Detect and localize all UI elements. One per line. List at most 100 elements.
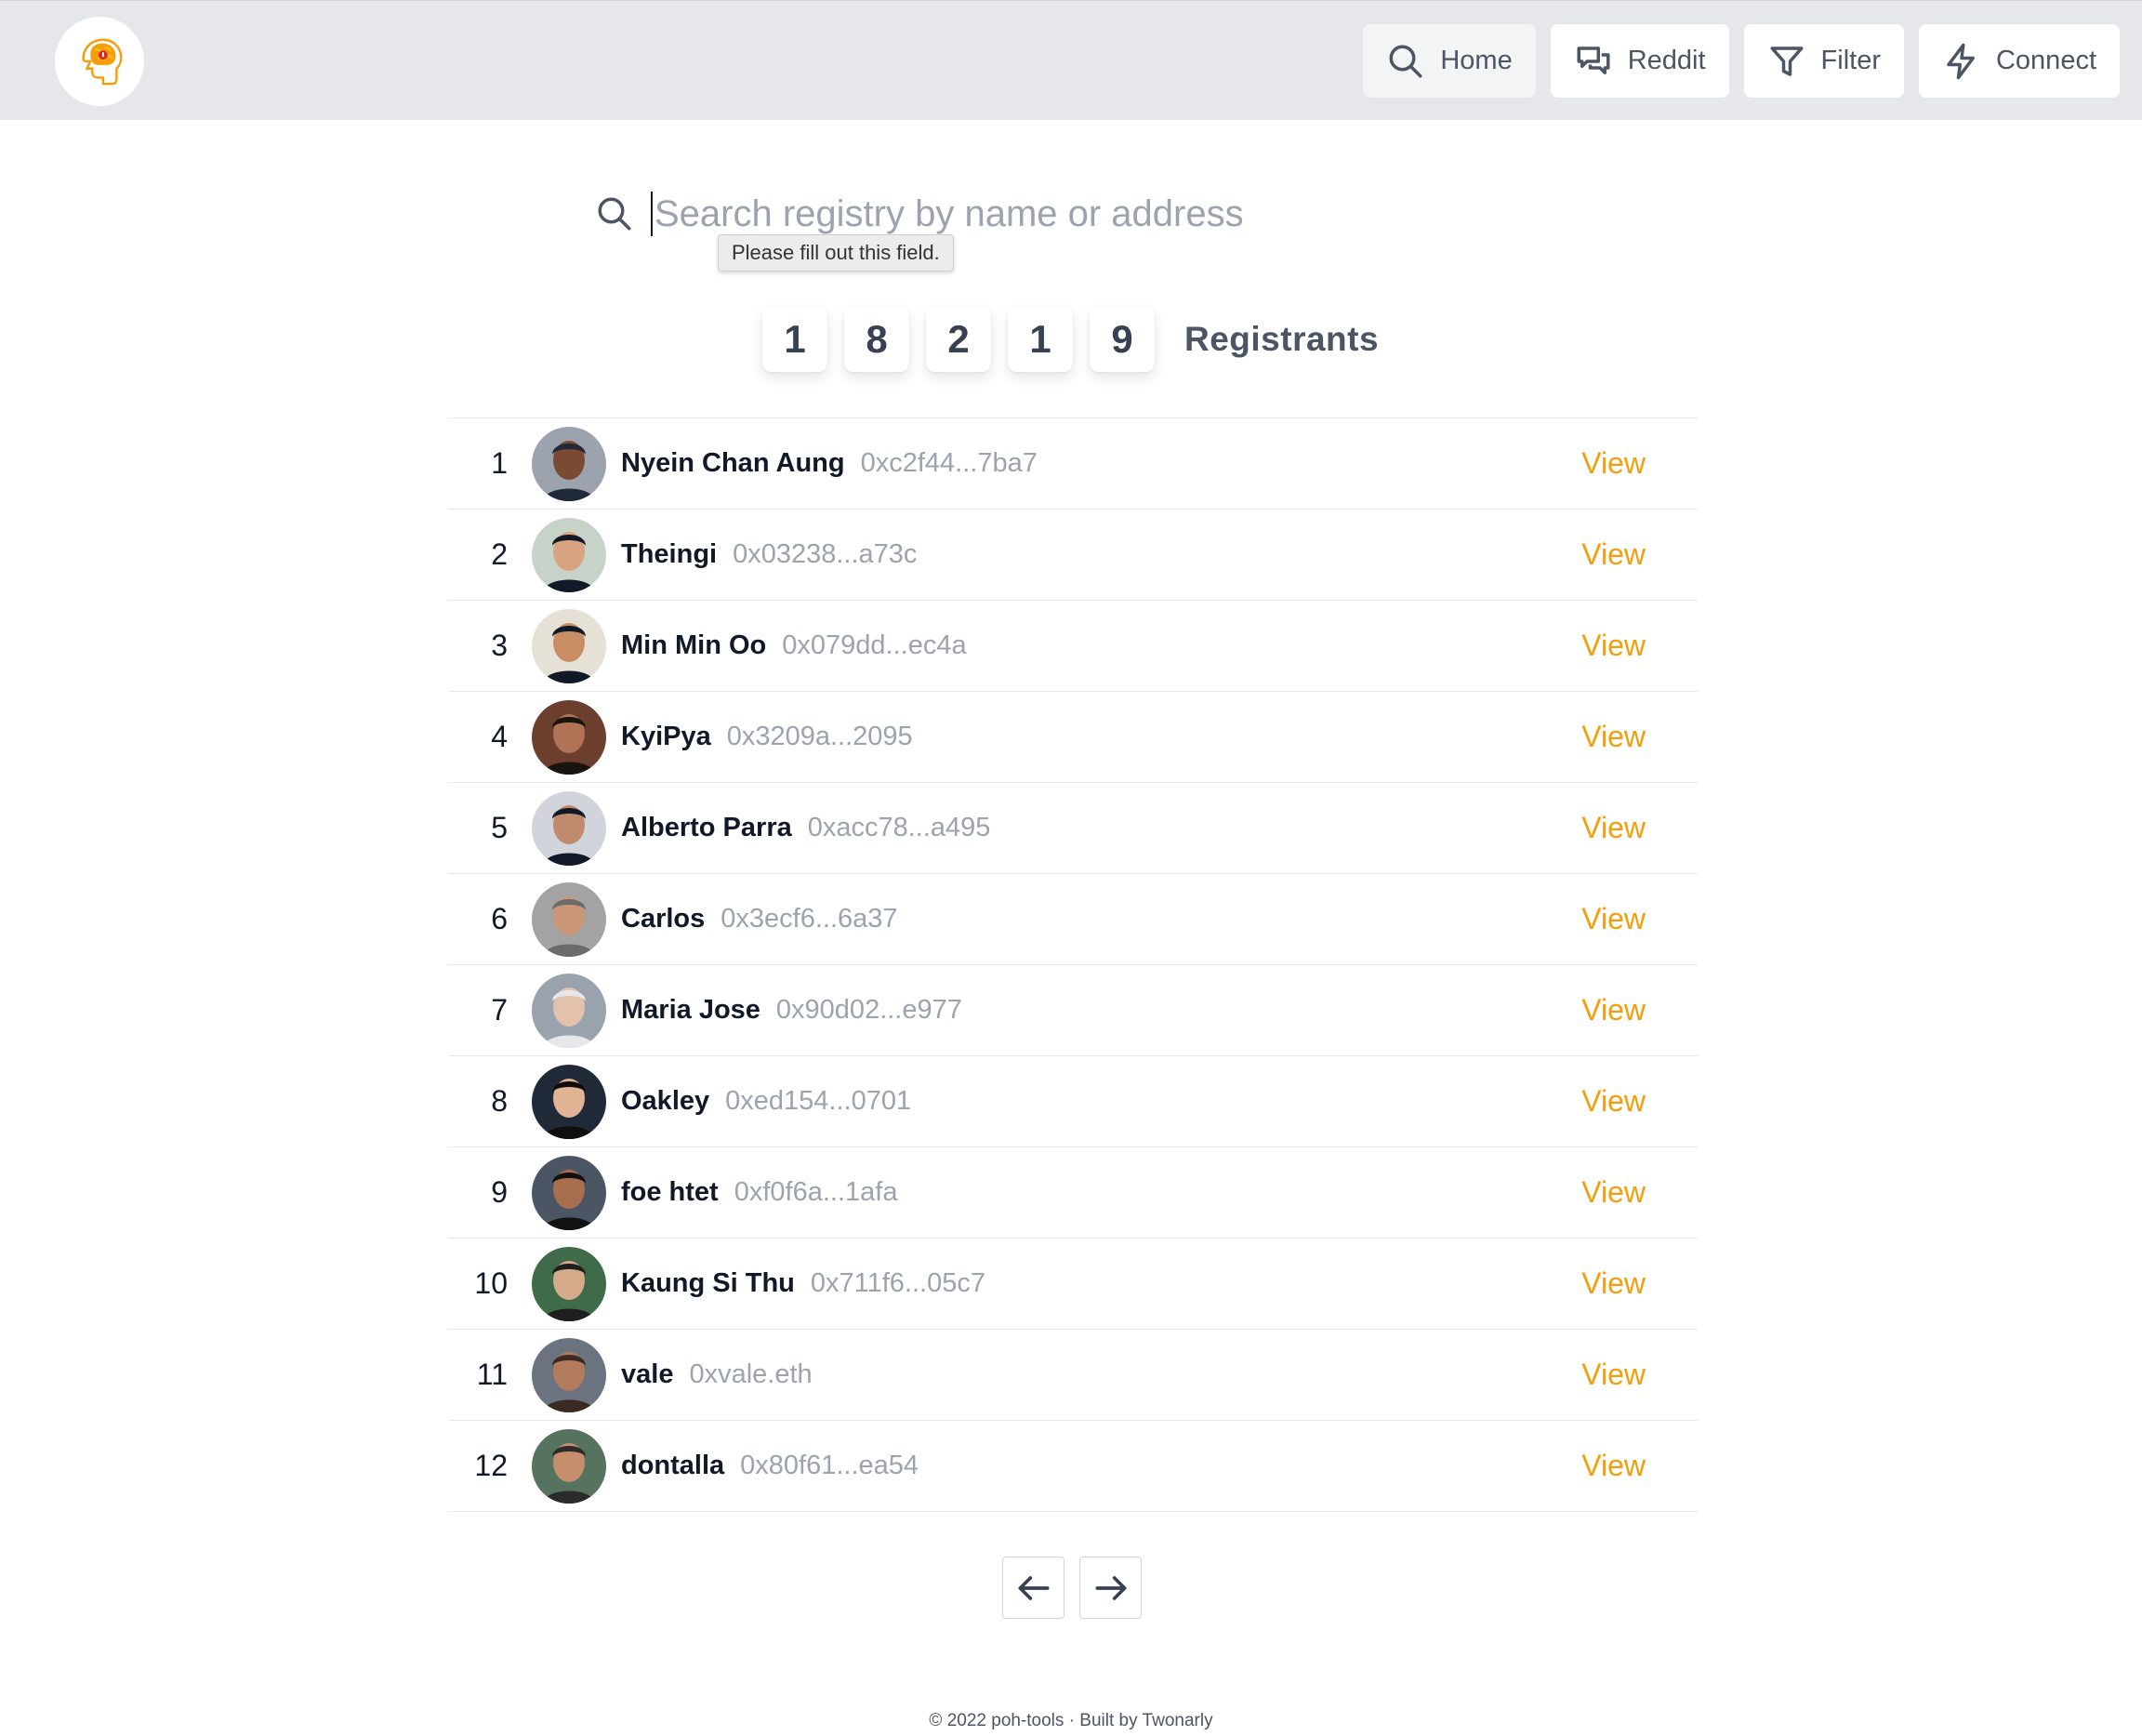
registrant-row: 8 Oakley 0xed154...0701 View	[448, 1056, 1698, 1147]
avatar-photo-icon	[532, 973, 606, 1048]
avatar[interactable]	[532, 1064, 606, 1139]
avatar[interactable]	[532, 699, 606, 775]
avatar-photo-icon	[532, 699, 606, 775]
registrant-rank: 7	[491, 993, 508, 1027]
connect-button-label: Connect	[1995, 46, 2096, 75]
avatar[interactable]	[532, 1428, 606, 1504]
connect-button[interactable]: Connect	[1918, 24, 2120, 98]
arrow-left-icon	[1018, 1575, 1049, 1600]
counter-digit: 2	[926, 307, 991, 372]
registrant-address: 0xc2f44...7ba7	[860, 448, 1038, 478]
registrant-rank: 11	[476, 1358, 508, 1391]
avatar-photo-icon	[532, 881, 606, 957]
registrant-row: 7 Maria Jose 0x90d02...e977 View	[448, 965, 1698, 1056]
previous-page-button[interactable]	[1002, 1557, 1064, 1619]
registrant-address: 0x80f61...ea54	[740, 1451, 919, 1480]
registrant-name[interactable]: Kaung Si Thu	[621, 1268, 795, 1299]
registrant-address: 0x079dd...ec4a	[782, 630, 967, 660]
avatar-photo-icon	[532, 1337, 606, 1412]
registrant-rank: 4	[491, 720, 508, 753]
view-link[interactable]: View	[1581, 902, 1646, 936]
avatar[interactable]	[532, 1155, 606, 1230]
view-link[interactable]: View	[1581, 993, 1646, 1027]
search-bar	[595, 186, 1618, 242]
footer-text: © 2022 poh-tools · Built by Twonarly	[929, 1711, 1213, 1730]
view-link[interactable]: View	[1581, 1358, 1646, 1392]
registrant-name[interactable]: Maria Jose	[621, 995, 760, 1026]
view-link[interactable]: View	[1581, 446, 1646, 481]
registrant-rank: 10	[474, 1266, 508, 1300]
registrant-rank: 1	[491, 446, 508, 480]
avatar[interactable]	[532, 517, 606, 592]
registrant-name[interactable]: Oakley	[621, 1086, 709, 1117]
registrant-rank: 6	[491, 902, 508, 935]
registrant-address: 0x3209a...2095	[726, 722, 913, 751]
avatar-photo-icon	[532, 1155, 606, 1230]
avatar-photo-icon	[532, 426, 606, 501]
registrant-name[interactable]: Alberto Parra	[621, 813, 792, 843]
avatar[interactable]	[532, 608, 606, 683]
registrant-name[interactable]: dontalla	[621, 1451, 724, 1481]
registrant-name[interactable]: Nyein Chan Aung	[621, 448, 845, 479]
home-button[interactable]: Home	[1363, 24, 1536, 98]
counter-label: Registrants	[1184, 320, 1380, 358]
view-link[interactable]: View	[1581, 720, 1646, 754]
avatar-photo-icon	[532, 790, 606, 866]
filter-icon	[1770, 46, 1804, 76]
registrant-name[interactable]: Theingi	[621, 539, 717, 570]
counter-digit: 8	[844, 307, 909, 372]
reddit-button-label: Reddit	[1627, 46, 1706, 75]
registrant-rank: 8	[491, 1084, 508, 1118]
avatar[interactable]	[532, 1337, 606, 1412]
registrant-name[interactable]: KyiPya	[621, 722, 711, 752]
filter-button[interactable]: Filter	[1743, 24, 1904, 98]
view-link[interactable]: View	[1581, 537, 1646, 572]
counter-digit: 9	[1090, 307, 1155, 372]
avatar[interactable]	[532, 790, 606, 866]
avatar[interactable]	[532, 881, 606, 957]
counter-digit: 1	[1008, 307, 1073, 372]
search-input[interactable]	[651, 192, 1488, 236]
counter-digit: 1	[762, 307, 827, 372]
app-logo[interactable]	[55, 17, 144, 106]
avatar[interactable]	[532, 426, 606, 501]
avatar-photo-icon	[532, 517, 606, 592]
registrant-address: 0xed154...0701	[725, 1086, 912, 1116]
registrant-address: 0x3ecf6...6a37	[721, 904, 898, 934]
reddit-button[interactable]: Reddit	[1550, 24, 1729, 98]
chat-bubbles-icon	[1577, 46, 1610, 74]
registrant-row: 10 Kaung Si Thu 0x711f6...05c7 View	[448, 1239, 1698, 1330]
registrant-address: 0xacc78...a495	[807, 813, 991, 842]
top-navbar: Home Reddit Filter Connect	[0, 0, 2142, 120]
registrant-name[interactable]: Min Min Oo	[621, 630, 766, 661]
nav-menu: Home Reddit Filter Connect	[1363, 24, 2120, 98]
validation-tooltip: Please fill out this field.	[718, 234, 954, 272]
registrant-row: 2 Theingi 0x03238...a73c View	[448, 510, 1698, 601]
registrant-row: 5 Alberto Parra 0xacc78...a495 View	[448, 783, 1698, 874]
avatar-photo-icon	[532, 1428, 606, 1504]
registrant-rank: 2	[491, 537, 508, 571]
avatar-photo-icon	[532, 1246, 606, 1321]
view-link[interactable]: View	[1581, 811, 1646, 845]
registrant-row: 9 foe htet 0xf0f6a...1afa View	[448, 1147, 1698, 1239]
avatar[interactable]	[532, 1246, 606, 1321]
registrant-name[interactable]: foe htet	[621, 1177, 719, 1208]
registrant-address: 0xvale.eth	[689, 1359, 813, 1389]
view-link[interactable]: View	[1581, 1266, 1646, 1301]
registrant-rank: 12	[474, 1449, 508, 1482]
registrant-row: 11 vale 0xvale.eth View	[448, 1330, 1698, 1421]
registrant-row: 4 KyiPya 0x3209a...2095 View	[448, 692, 1698, 783]
view-link[interactable]: View	[1581, 629, 1646, 663]
registrant-row: 1 Nyein Chan Aung 0xc2f44...7ba7 View	[448, 418, 1698, 510]
search-icon	[1389, 45, 1422, 77]
view-link[interactable]: View	[1581, 1084, 1646, 1119]
registrant-address: 0x03238...a73c	[733, 539, 918, 569]
view-link[interactable]: View	[1581, 1175, 1646, 1210]
registrant-name[interactable]: vale	[621, 1359, 673, 1390]
registrant-rank: 3	[491, 629, 508, 662]
view-link[interactable]: View	[1581, 1449, 1646, 1483]
registrant-address: 0x711f6...05c7	[810, 1268, 985, 1298]
next-page-button[interactable]	[1079, 1557, 1142, 1619]
registrant-name[interactable]: Carlos	[621, 904, 705, 934]
avatar[interactable]	[532, 973, 606, 1048]
